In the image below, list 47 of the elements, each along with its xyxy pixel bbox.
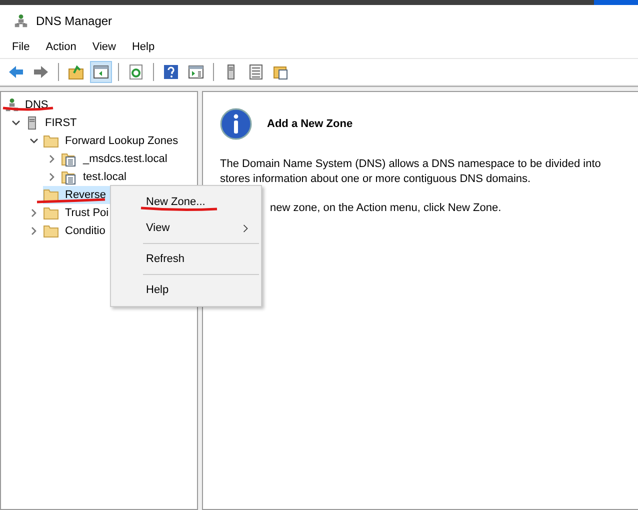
refresh-icon: [128, 64, 144, 80]
context-menu-item[interactable]: Refresh: [113, 246, 259, 272]
expand-chevron-icon[interactable]: [29, 208, 39, 218]
server-icon: [25, 115, 39, 131]
dns-server-icon: [14, 12, 28, 28]
context-menu-item[interactable]: New Zone...: [113, 189, 259, 215]
context-menu-item[interactable]: Help: [113, 277, 259, 303]
tree-item[interactable]: Trust Poi: [43, 204, 113, 222]
zone-file-icon: [61, 151, 77, 167]
help-icon: [163, 64, 179, 80]
window-pane-icon: [93, 64, 109, 80]
zone-file-icon: [61, 169, 77, 185]
details-heading: Add a New Zone: [267, 118, 353, 130]
folder-icon: [43, 223, 59, 239]
folder-icon: [43, 187, 59, 203]
tree-item[interactable]: Conditio: [43, 222, 110, 240]
menu-item[interactable]: File: [12, 41, 30, 53]
tree-item[interactable]: Forward Lookup Zones: [43, 132, 182, 150]
window-title: DNS Manager: [36, 14, 112, 28]
expand-chevron-icon[interactable]: [47, 154, 57, 164]
context-menu-item[interactable]: View: [113, 215, 259, 241]
menu-item[interactable]: Help: [132, 41, 155, 53]
left-arrow-icon: [8, 64, 24, 80]
tree-item[interactable]: DNS: [5, 96, 52, 114]
folder-icon: [43, 133, 59, 149]
list-icon: [248, 64, 264, 80]
description-text: stores information about one or more contiguous DNS domains.: [220, 172, 532, 187]
menu-item[interactable]: Action: [46, 41, 76, 53]
menu-item[interactable]: View: [92, 41, 116, 53]
instruction-text: new zone, on the Action menu, click New Zone.: [269, 201, 502, 216]
collapse-chevron-icon[interactable]: [11, 118, 21, 128]
annotation-underline: [36, 198, 106, 204]
expand-chevron-icon[interactable]: [47, 172, 57, 182]
tree-item[interactable]: test.local: [61, 168, 130, 186]
right-arrow-icon: [33, 64, 49, 80]
folder-up-icon: [68, 64, 84, 80]
dns-server-icon: [5, 97, 19, 113]
console-tree-button[interactable]: [90, 61, 112, 83]
annotation-underline: [2, 106, 54, 112]
tree-item[interactable]: _msdcs.test.local: [61, 150, 172, 168]
folder-document-icon: [273, 64, 289, 80]
info-icon: [220, 108, 252, 140]
tree-item[interactable]: FIRST: [25, 114, 81, 132]
window-pane-icon: [188, 64, 204, 80]
expand-chevron-icon[interactable]: [29, 226, 39, 236]
description-text: The Domain Name System (DNS) allows a DNS namespace to be divided into: [220, 157, 602, 172]
collapse-chevron-icon[interactable]: [29, 136, 39, 146]
